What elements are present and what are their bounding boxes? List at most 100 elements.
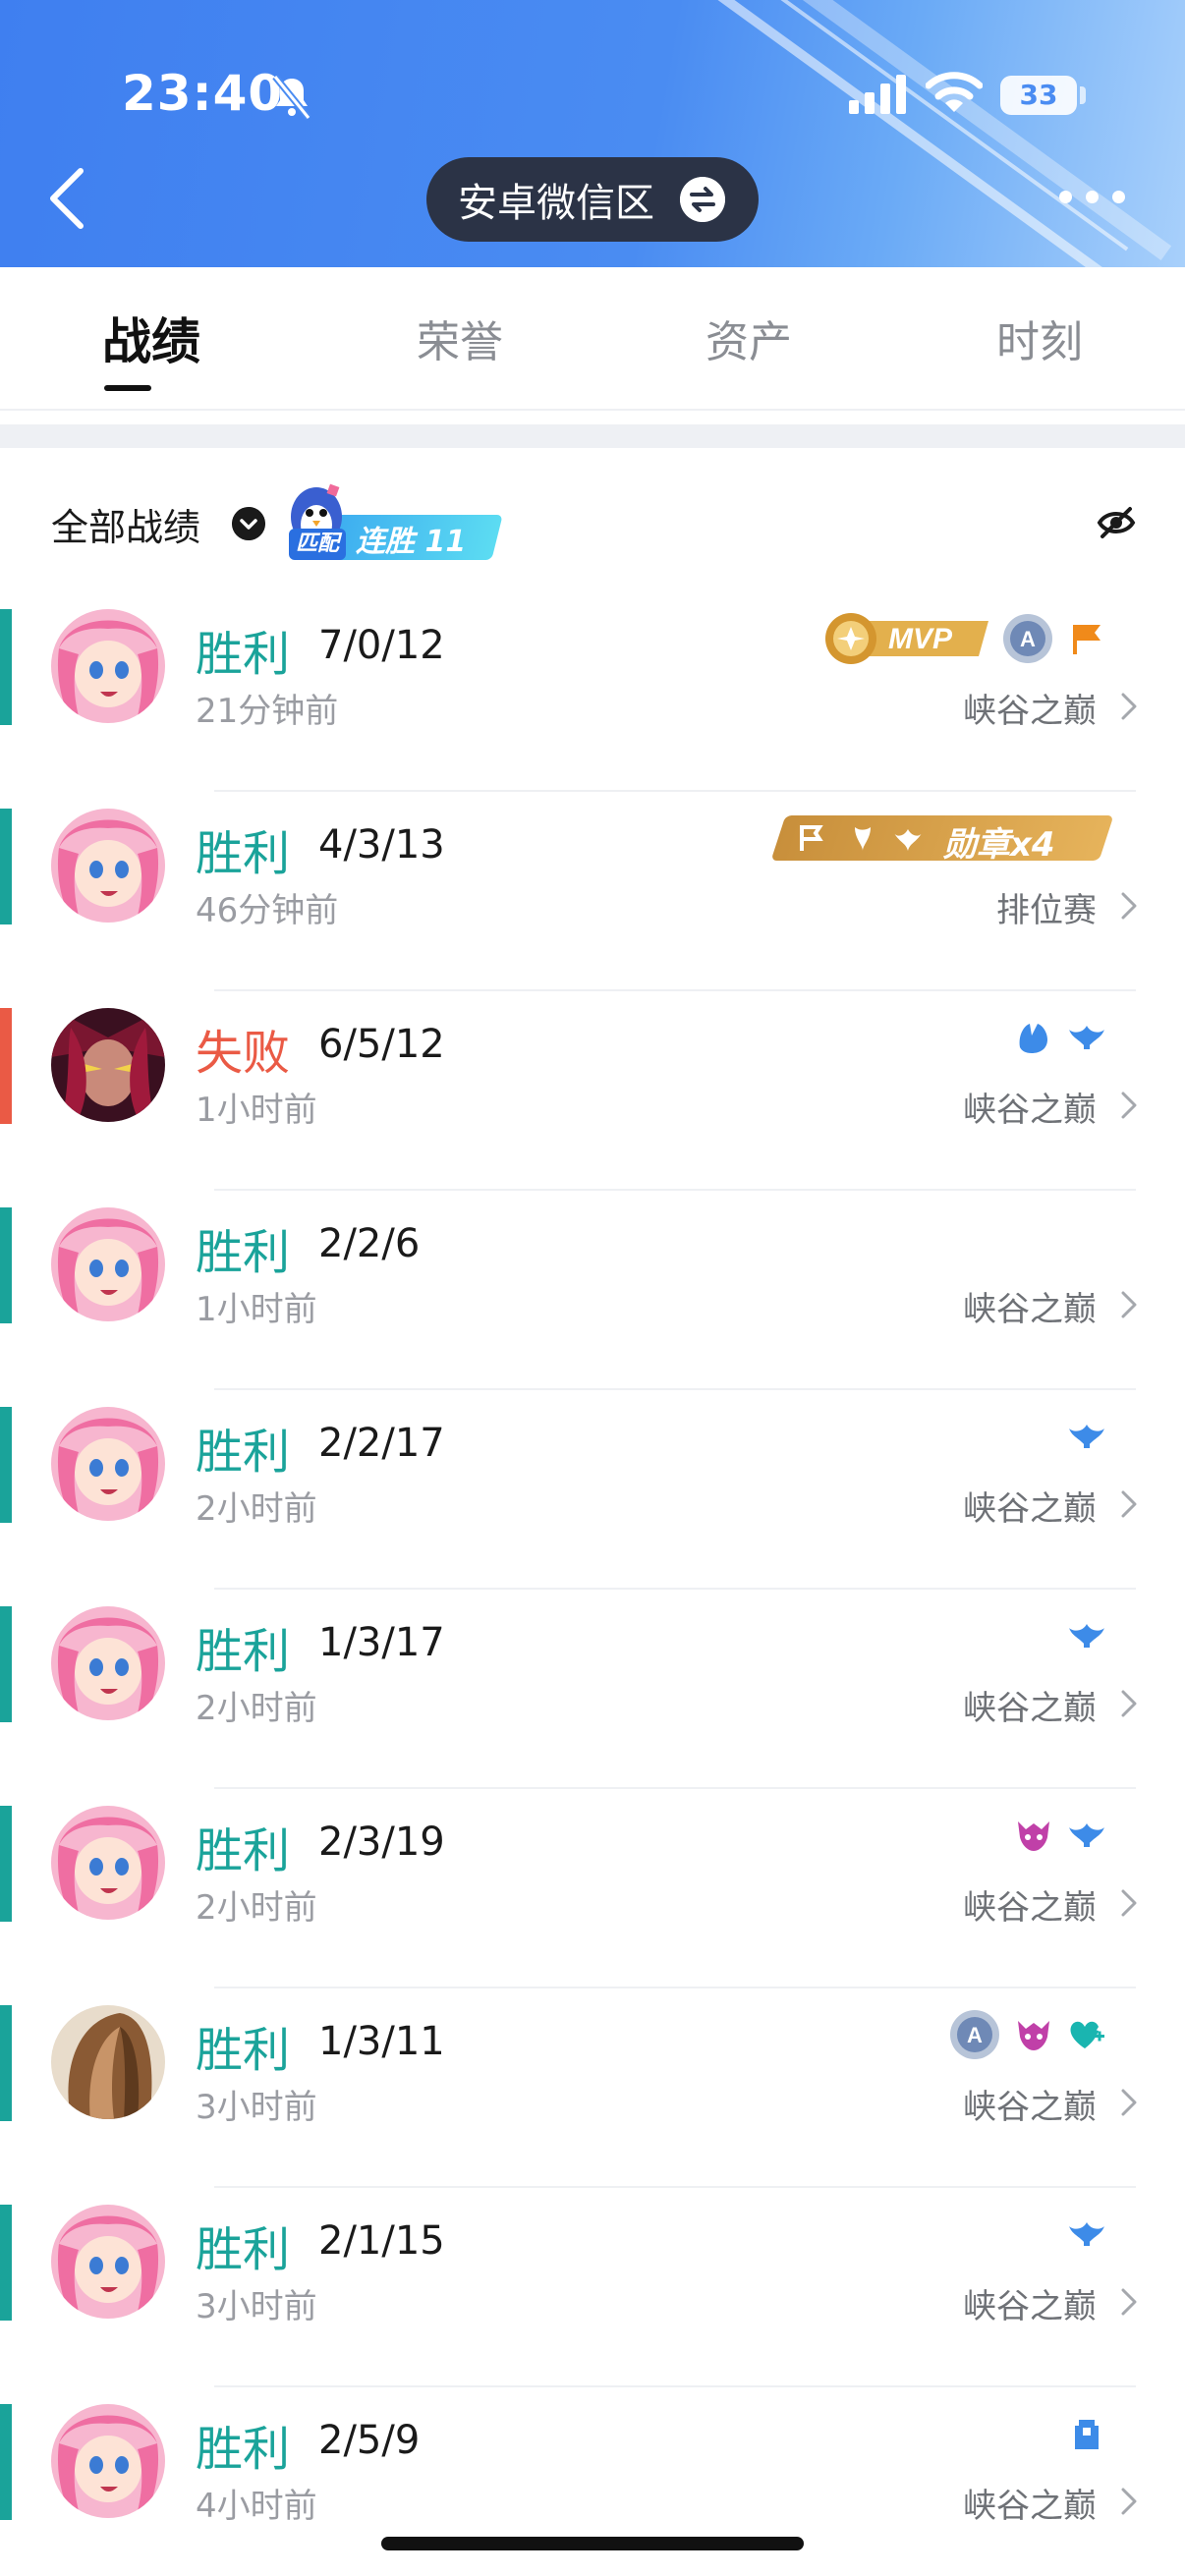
header-decoration — [744, 0, 1129, 252]
match-result: 胜利 — [196, 2422, 291, 2477]
back-button[interactable] — [43, 163, 92, 234]
eye-off-icon[interactable] — [1097, 503, 1136, 542]
more-dot-icon — [1112, 191, 1125, 203]
match-row[interactable]: 胜利 2/1/15 3小时前 峡谷之巅 — [0, 2189, 1185, 2388]
match-result: 胜利 — [196, 1225, 291, 1280]
match-time: 3小时前 — [196, 2088, 317, 2127]
section-divider — [0, 424, 1185, 448]
match-row[interactable]: 胜利 2/2/17 2小时前 峡谷之巅 — [0, 1391, 1185, 1591]
tab-moments[interactable]: 时刻 — [996, 307, 1083, 369]
result-indicator-bar — [0, 1606, 12, 1722]
match-badges — [1014, 1806, 1106, 1865]
match-time: 4小时前 — [196, 2487, 317, 2526]
row-divider — [214, 2385, 1136, 2387]
chevron-right-icon — [1121, 1690, 1137, 1717]
tab-honor[interactable]: 荣誉 — [417, 307, 503, 369]
match-row[interactable]: 胜利 7/0/12 21分钟前 峡谷之巅 MVP A — [0, 593, 1185, 793]
match-result: 胜利 — [196, 1425, 291, 1480]
match-mode: 峡谷之巅 — [963, 1888, 1097, 1928]
match-kda: 6/5/12 — [318, 1022, 445, 1067]
match-result: 胜利 — [196, 2023, 291, 2078]
a-grade-icon: A — [1003, 614, 1052, 663]
match-mode: 峡谷之巅 — [963, 2088, 1097, 2127]
win-streak-badge: 连胜 11 匹配 — [285, 483, 503, 566]
result-indicator-bar — [0, 1407, 12, 1523]
tab-records[interactable]: 战绩 — [102, 303, 200, 373]
chevron-right-icon — [1121, 2089, 1137, 2116]
hero-avatar — [51, 2205, 165, 2319]
match-row[interactable]: 胜利 2/2/6 1小时前 峡谷之巅 — [0, 1192, 1185, 1391]
match-time: 3小时前 — [196, 2287, 317, 2326]
home-indicator — [381, 2537, 804, 2550]
chevron-right-icon — [1121, 1291, 1137, 1318]
result-indicator-bar — [0, 1008, 12, 1124]
match-mode: 排位赛 — [996, 891, 1097, 930]
medal-count: 勋章x4 — [943, 825, 1055, 865]
match-row[interactable]: 胜利 1/3/11 3小时前 峡谷之巅 A — [0, 1989, 1185, 2189]
more-dot-icon — [1059, 191, 1072, 203]
match-row[interactable]: 失败 6/5/12 1小时前 峡谷之巅 — [0, 992, 1185, 1192]
result-indicator-bar — [0, 2005, 12, 2121]
hero-avatar — [51, 2005, 165, 2119]
match-row[interactable]: 胜利 4/3/13 46分钟前 排位赛 勋章x4 — [0, 793, 1185, 992]
tower-icon — [1075, 2420, 1099, 2449]
match-result: 胜利 — [196, 627, 291, 682]
match-mode: 峡谷之巅 — [963, 1689, 1097, 1728]
match-time: 2小时前 — [196, 1888, 317, 1928]
match-time: 2小时前 — [196, 1489, 317, 1529]
battery-indicator: 33 — [1000, 76, 1077, 115]
hero-avatar — [51, 2404, 165, 2518]
active-tab-indicator — [104, 385, 151, 391]
streak-text: 连胜 11 — [356, 525, 467, 559]
bell-muted-icon — [272, 75, 311, 120]
wing-icon — [1069, 1624, 1104, 1648]
match-time: 2小时前 — [196, 1689, 317, 1728]
match-mode: 峡谷之巅 — [963, 1489, 1097, 1529]
match-mode: 峡谷之巅 — [963, 2487, 1097, 2526]
result-indicator-bar — [0, 2205, 12, 2321]
mvp-badge: MVP — [825, 613, 988, 664]
hero-avatar — [51, 1407, 165, 1521]
match-kda: 2/2/17 — [318, 1421, 445, 1466]
result-indicator-bar — [0, 809, 12, 924]
heart-plus-icon — [1070, 2021, 1104, 2048]
status-time: 23:40 — [122, 65, 284, 122]
result-indicator-bar — [0, 2404, 12, 2520]
result-indicator-bar — [0, 1207, 12, 1323]
chevron-down-icon[interactable] — [232, 507, 265, 540]
row-divider — [214, 1189, 1136, 1191]
match-kda: 4/3/13 — [318, 822, 445, 868]
match-result: 胜利 — [196, 1823, 291, 1878]
battery-nub — [1080, 86, 1086, 104]
match-mode-tag: 匹配 — [289, 529, 346, 560]
hand-icon — [1019, 1024, 1047, 1053]
result-indicator-bar — [0, 1806, 12, 1922]
match-result: 胜利 — [196, 826, 291, 881]
match-row[interactable]: 胜利 2/3/19 2小时前 峡谷之巅 — [0, 1790, 1185, 1989]
row-divider — [214, 1388, 1136, 1390]
row-divider — [214, 1787, 1136, 1789]
demon-icon — [1018, 2021, 1049, 2050]
match-kda: 2/2/6 — [318, 1221, 421, 1266]
server-selector[interactable]: 安卓微信区 — [426, 157, 759, 242]
match-mode: 峡谷之巅 — [963, 2287, 1097, 2326]
cellular-signal-icon — [849, 75, 906, 114]
flag-icon — [1073, 625, 1100, 654]
row-divider — [214, 2186, 1136, 2188]
more-options-button[interactable] — [1057, 187, 1128, 208]
match-time: 1小时前 — [196, 1290, 317, 1329]
match-kda: 2/5/9 — [318, 2418, 421, 2463]
match-badges — [1067, 1606, 1106, 1665]
match-time: 46分钟前 — [196, 891, 339, 930]
a-grade-icon: A — [950, 2010, 999, 2059]
tab-assets[interactable]: 资产 — [705, 307, 792, 369]
match-badges: MVP A — [821, 609, 1106, 668]
match-badges — [1067, 1407, 1106, 1466]
match-time: 21分钟前 — [196, 692, 339, 731]
chevron-right-icon — [1121, 1889, 1137, 1917]
match-row[interactable]: 胜利 1/3/17 2小时前 峡谷之巅 — [0, 1591, 1185, 1790]
match-kda: 1/3/11 — [318, 2019, 445, 2064]
records-filter[interactable]: 全部战绩 — [51, 497, 200, 551]
match-badges: 勋章x4 — [770, 809, 1114, 868]
row-divider — [214, 790, 1136, 792]
